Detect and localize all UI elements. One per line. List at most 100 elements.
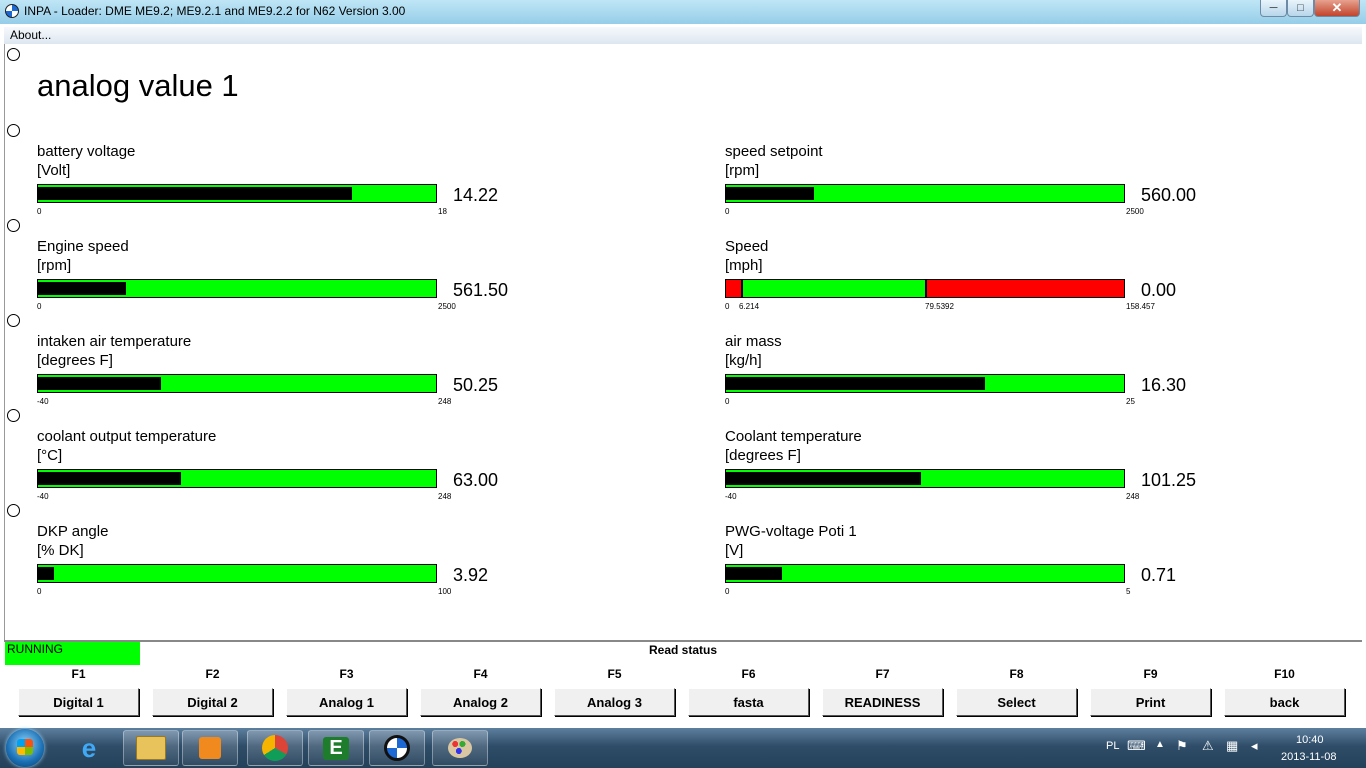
gauge-value: 16.30	[1141, 375, 1187, 395]
warning-icon[interactable]: ⚠	[1202, 738, 1214, 754]
radio-button[interactable]	[7, 48, 20, 61]
gauge-fill	[38, 187, 352, 200]
close-icon: ✕	[1331, 0, 1343, 15]
gauge-bar	[725, 469, 1125, 488]
taskbar-ediabas[interactable]: E	[308, 730, 364, 766]
radio-button[interactable]	[7, 124, 20, 137]
gauge-min-label: -40	[37, 397, 49, 406]
gauge-fill	[38, 472, 181, 485]
gauge-unit: [rpm]	[37, 257, 72, 274]
gauge-max-label: 248	[1126, 492, 1140, 501]
function-key-label: F1	[71, 667, 86, 681]
internet-explorer-icon: e	[81, 732, 97, 763]
taskbar-chrome[interactable]	[247, 730, 303, 766]
taskbar: e E PL ⌨ ▲ ⚑ ⚠ ▦ ◂ 10:40 2013-11-08	[0, 728, 1366, 768]
windows-logo-icon	[17, 739, 33, 755]
status-separator	[4, 640, 1362, 642]
close-button[interactable]: ✕	[1314, 0, 1360, 17]
gauge-min-label: 0	[725, 302, 730, 311]
keyboard-icon[interactable]: ⌨	[1127, 738, 1146, 754]
function-button-f6[interactable]: fasta	[688, 688, 809, 716]
function-key-label: F6	[741, 667, 756, 681]
gauge-threshold-high-label: 79.5392	[925, 302, 954, 311]
gauge-min-label: 0	[37, 302, 42, 311]
gauge-fill	[38, 377, 161, 390]
function-button-f3[interactable]: Analog 1	[286, 688, 407, 716]
gauge-min-label: -40	[725, 492, 737, 501]
gauge-max-label: 2500	[1126, 207, 1144, 216]
gauge-name: Coolant temperature	[725, 428, 862, 445]
gauge-name: intaken air temperature	[37, 333, 192, 350]
radio-button[interactable]	[7, 314, 20, 327]
taskbar-inpa[interactable]	[369, 730, 425, 766]
gauge-value: 50.25	[453, 375, 499, 395]
function-button-f7[interactable]: READINESS	[822, 688, 943, 716]
gauge-fill	[726, 377, 985, 390]
menu-about[interactable]: About...	[10, 28, 51, 42]
ediabas-icon: E	[323, 736, 349, 760]
read-status-label: Read status	[648, 643, 718, 657]
media-player-icon	[199, 737, 221, 759]
function-button-f1[interactable]: Digital 1	[18, 688, 139, 716]
function-button-f2[interactable]: Digital 2	[152, 688, 273, 716]
bmw-app-icon	[5, 4, 19, 18]
action-center-flag-icon[interactable]: ⚑	[1176, 738, 1188, 754]
gauge-unit: [Volt]	[37, 162, 71, 179]
gauge-unit: [V]	[725, 542, 744, 559]
function-button-f8[interactable]: Select	[956, 688, 1077, 716]
gauge-threshold-marker	[741, 280, 743, 297]
gauge-unit: [% DK]	[37, 542, 84, 559]
function-button-f10[interactable]: back	[1224, 688, 1345, 716]
gauge-name: air mass	[725, 333, 782, 350]
gauge-unit: [degrees F]	[725, 447, 801, 464]
radio-button[interactable]	[7, 504, 20, 517]
language-indicator[interactable]: PL	[1106, 740, 1119, 752]
gauge-fill	[726, 187, 814, 200]
radio-button[interactable]	[7, 219, 20, 232]
function-button-f5[interactable]: Analog 3	[554, 688, 675, 716]
function-button-f9[interactable]: Print	[1090, 688, 1211, 716]
gauge-max-label: 248	[438, 492, 452, 501]
gauge-name: PWG-voltage Poti 1	[725, 523, 857, 540]
clock-date[interactable]: 2013-11-08	[1281, 751, 1336, 763]
client-area	[4, 44, 1363, 640]
gauge-name: Engine speed	[37, 238, 129, 255]
function-key-label: F7	[875, 667, 890, 681]
gauge-value: 14.22	[453, 185, 499, 205]
gauge-unit: [kg/h]	[725, 352, 762, 369]
start-button[interactable]	[6, 729, 44, 767]
volume-icon[interactable]: ◂	[1251, 738, 1258, 754]
minimize-button[interactable]: ─	[1260, 0, 1287, 17]
clock-time[interactable]: 10:40	[1296, 734, 1324, 746]
chrome-icon	[262, 735, 288, 761]
gauge-fill	[38, 282, 126, 295]
taskbar-media-player[interactable]	[182, 730, 238, 766]
function-key-label: F8	[1009, 667, 1024, 681]
radio-button[interactable]	[7, 409, 20, 422]
title-bar[interactable]: INPA - Loader: DME ME9.2; ME9.2.1 and ME…	[0, 0, 1366, 24]
gauge-max-label: 158.457	[1126, 302, 1155, 311]
gauge-name: coolant output temperature	[37, 428, 217, 445]
show-hidden-icons-icon[interactable]: ▲	[1155, 739, 1165, 750]
gauge-name: battery voltage	[37, 143, 136, 160]
maximize-button[interactable]: □	[1287, 0, 1314, 17]
menu-bar: About...	[4, 27, 1362, 45]
gauge-alarm-zone-low	[726, 280, 742, 297]
gauge-bar	[37, 564, 437, 583]
gauge-bar	[725, 374, 1125, 393]
taskbar-internet-explorer[interactable]: e	[62, 730, 116, 766]
gauge-unit: [rpm]	[725, 162, 760, 179]
gauge-threshold-low-label: 6.214	[739, 302, 760, 311]
window-title: INPA - Loader: DME ME9.2; ME9.2.1 and ME…	[24, 4, 406, 18]
function-key-label: F5	[607, 667, 622, 681]
folder-icon	[136, 736, 166, 760]
network-icon[interactable]: ▦	[1226, 738, 1238, 754]
gauge-bar	[37, 469, 437, 488]
gauge-max-label: 248	[438, 397, 452, 406]
taskbar-file-explorer[interactable]	[123, 730, 179, 766]
function-button-f4[interactable]: Analog 2	[420, 688, 541, 716]
gauge-min-label: -40	[37, 492, 49, 501]
gauge-min-label: 0	[725, 587, 730, 596]
taskbar-paint[interactable]	[432, 730, 488, 766]
gauge-value: 63.00	[453, 470, 499, 490]
